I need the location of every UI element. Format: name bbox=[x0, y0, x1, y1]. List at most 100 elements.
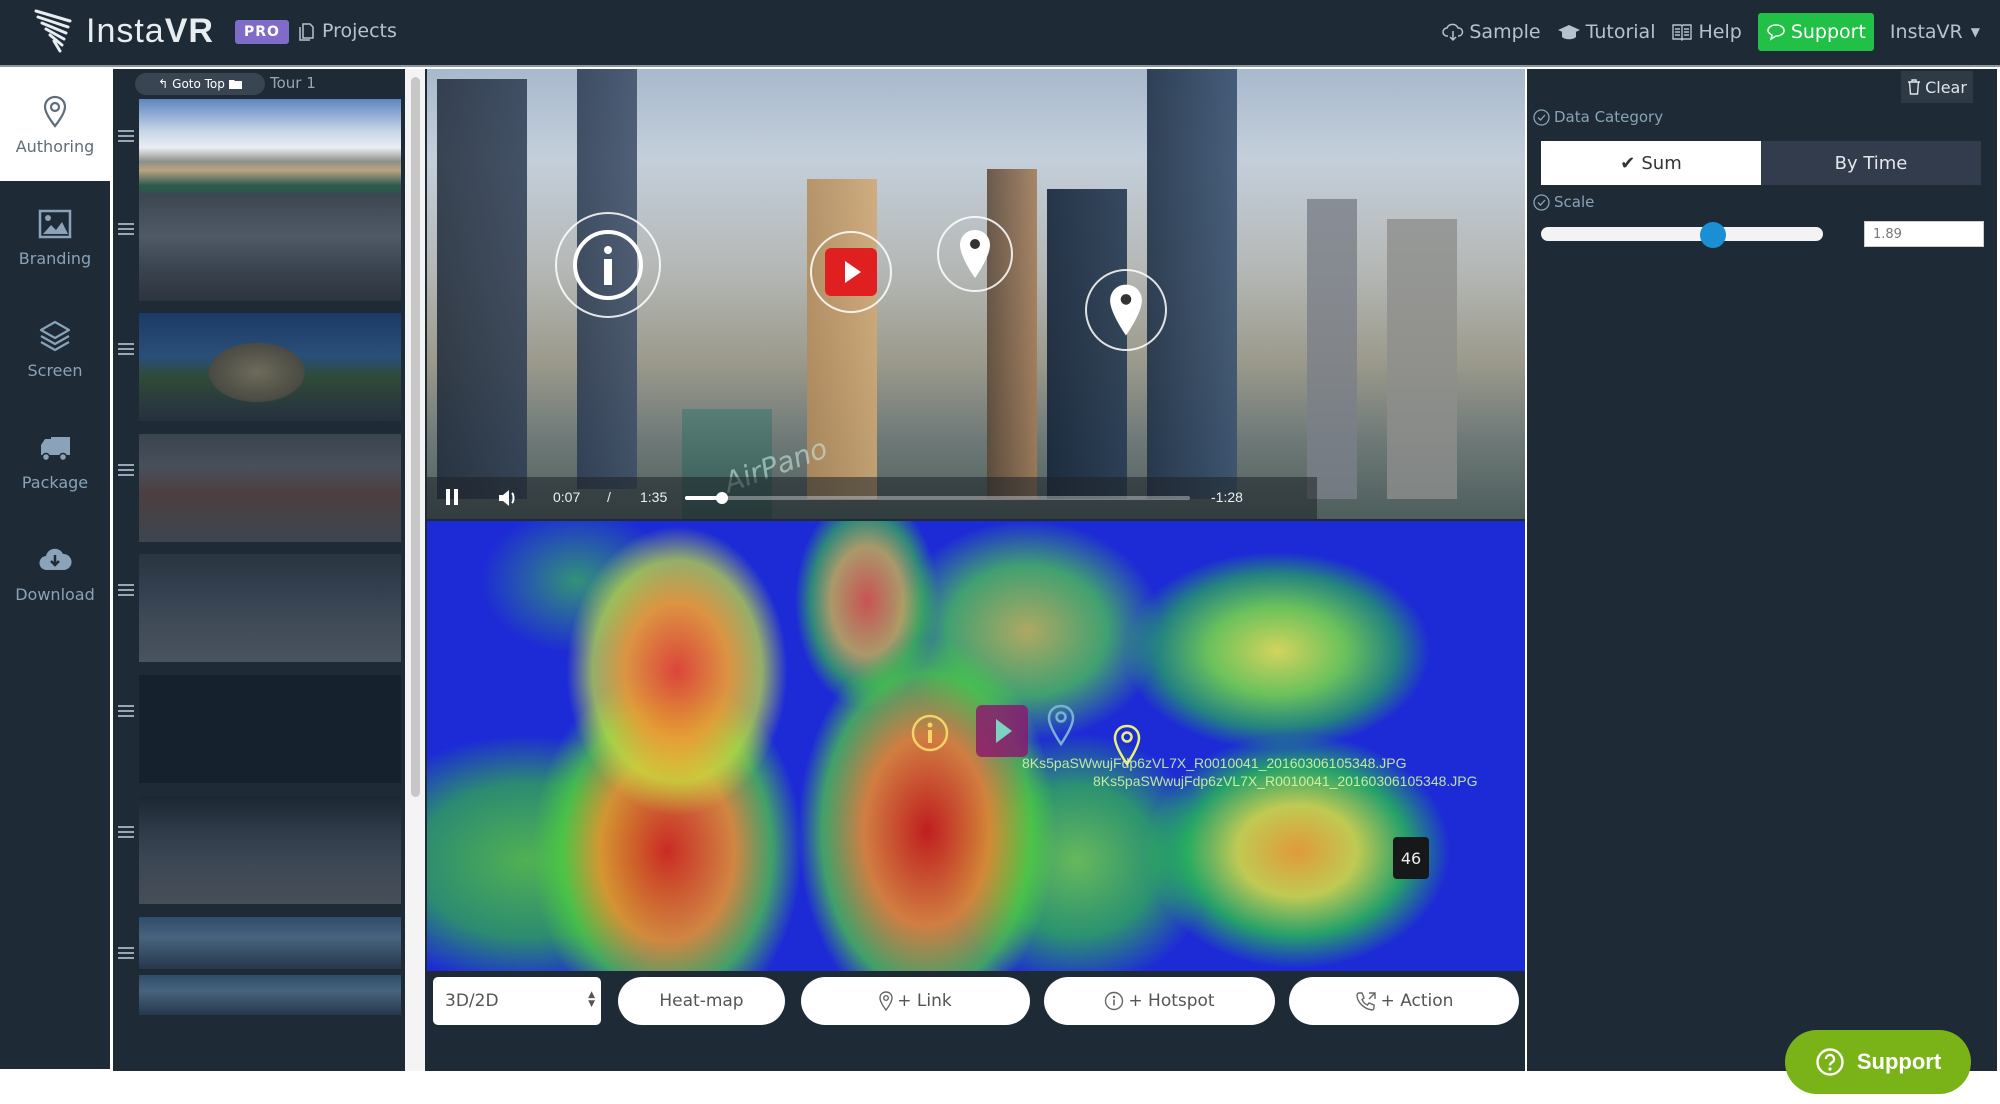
scene-thumbnail[interactable] bbox=[139, 796, 401, 904]
video-marker-icon[interactable] bbox=[974, 703, 1030, 759]
info-icon bbox=[1105, 991, 1124, 1011]
folder-icon bbox=[228, 80, 242, 89]
chat-bubble-icon bbox=[1767, 24, 1785, 41]
scene-thumbnail[interactable] bbox=[139, 675, 401, 783]
sidebar-item-download[interactable]: Download bbox=[0, 517, 110, 629]
drag-handle[interactable] bbox=[118, 584, 134, 598]
sidebar-item-package[interactable]: Package bbox=[0, 405, 110, 517]
scene-thumbnail[interactable] bbox=[139, 975, 401, 1015]
logo-wing-icon bbox=[34, 9, 72, 53]
info-marker-icon[interactable] bbox=[910, 713, 950, 753]
nav-support-button[interactable]: Support bbox=[1757, 13, 1874, 51]
seek-bar[interactable] bbox=[685, 492, 1190, 504]
add-link-button[interactable]: + Link bbox=[801, 977, 1030, 1025]
truck-icon bbox=[41, 436, 70, 461]
building bbox=[437, 79, 527, 499]
drag-handle[interactable] bbox=[118, 705, 134, 719]
conference-hall-image bbox=[139, 796, 401, 904]
tour-name: Tour 1 bbox=[270, 74, 316, 92]
nav-help-link[interactable]: Help bbox=[1671, 21, 1742, 43]
scene-thumbnail[interactable] bbox=[139, 554, 401, 662]
by-time-option[interactable]: By Time bbox=[1761, 141, 1981, 185]
sidebar-item-branding[interactable]: Branding bbox=[0, 181, 110, 293]
left-sidebar: Authoring Branding Screen Package Downlo… bbox=[0, 69, 110, 1069]
video-hotspot[interactable] bbox=[810, 231, 892, 313]
heatmap-view[interactable]: 8Ks5paSWwujFdp6zVL7X_R0010041_2016030610… bbox=[427, 521, 1525, 971]
check-circle-icon bbox=[1533, 193, 1550, 211]
scale-value-input[interactable] bbox=[1864, 221, 1984, 247]
tour-list-scrollbar[interactable] bbox=[405, 69, 425, 1071]
nav-right-group: Sample Tutorial Help Support InstaVR ▼ bbox=[1442, 10, 1980, 54]
select-arrows-icon: ▲ ▼ bbox=[588, 990, 595, 1009]
link-hotspot[interactable] bbox=[1085, 269, 1167, 351]
top-navbar: InstaVR PRO Projects Sample Tutorial Hel… bbox=[0, 0, 2000, 67]
drag-handle[interactable] bbox=[118, 947, 134, 961]
nav-tutorial-link[interactable]: Tutorial bbox=[1557, 21, 1655, 43]
scene-thumbnail[interactable] bbox=[139, 193, 401, 301]
scene-filename-label: 8Ks5paSWwujFdp6zVL7X_R0010041_2016030610… bbox=[1093, 773, 1478, 789]
floating-support-button[interactable]: Support bbox=[1785, 1030, 1971, 1094]
volume-icon bbox=[499, 490, 515, 506]
scrollbar-thumb[interactable] bbox=[411, 77, 420, 797]
help-circle-icon bbox=[1816, 1048, 1844, 1076]
cloud-download-icon bbox=[1442, 23, 1464, 42]
scene-thumbnail[interactable] bbox=[139, 313, 401, 421]
sidebar-item-authoring[interactable]: Authoring bbox=[0, 69, 110, 181]
heatmap-button[interactable]: Heat-map bbox=[618, 977, 785, 1025]
scene-thumbnail[interactable] bbox=[139, 434, 401, 542]
data-category-toggle: ✔ Sum By Time bbox=[1541, 141, 1981, 185]
instavr-logo[interactable]: InstaVR bbox=[34, 6, 214, 56]
pause-button[interactable] bbox=[445, 489, 459, 508]
scene-filename-label: 8Ks5paSWwujFdp6zVL7X_R0010041_2016030610… bbox=[1022, 755, 1407, 771]
check-circle-icon bbox=[1533, 108, 1550, 126]
building bbox=[987, 169, 1037, 499]
sum-option[interactable]: ✔ Sum bbox=[1541, 141, 1761, 185]
volume-button[interactable] bbox=[497, 488, 519, 511]
brand-name: InstaVR bbox=[86, 11, 214, 50]
reply-arrow-icon: ↰ bbox=[158, 77, 169, 91]
mode-select[interactable]: 3D/2D ▲ ▼ bbox=[433, 977, 601, 1025]
add-hotspot-button[interactable]: + Hotspot bbox=[1044, 977, 1275, 1025]
map-pin-icon bbox=[879, 991, 893, 1011]
duration: 1:35 bbox=[640, 489, 668, 505]
sidebar-item-screen[interactable]: Screen bbox=[0, 293, 110, 405]
event-hall-image bbox=[139, 554, 401, 662]
drag-handle[interactable] bbox=[118, 464, 134, 478]
pause-icon bbox=[446, 489, 458, 505]
scale-slider-handle[interactable] bbox=[1700, 222, 1727, 248]
building bbox=[1147, 69, 1237, 499]
nav-projects-link[interactable]: Projects bbox=[298, 20, 397, 42]
clear-button[interactable]: Clear bbox=[1901, 71, 1973, 103]
scale-label: Scale bbox=[1533, 193, 1594, 211]
image-icon bbox=[38, 209, 72, 238]
view-count-badge: 46 bbox=[1393, 837, 1429, 879]
info-icon bbox=[573, 230, 643, 300]
files-icon bbox=[299, 23, 314, 41]
goto-top-button[interactable]: ↰ Goto Top bbox=[135, 73, 265, 95]
scale-slider[interactable] bbox=[1541, 222, 1823, 248]
pano-video-preview[interactable]: AirPano 0:07 / 1:35 -1:28 bbox=[427, 69, 1525, 519]
drag-handle[interactable] bbox=[118, 223, 134, 237]
drag-handle[interactable] bbox=[118, 826, 134, 840]
link-marker-icon[interactable] bbox=[1047, 704, 1075, 746]
seek-handle[interactable] bbox=[716, 492, 729, 504]
graduation-cap-icon bbox=[1557, 25, 1580, 40]
drag-handle[interactable] bbox=[118, 343, 134, 357]
link-hotspot[interactable] bbox=[937, 216, 1013, 292]
data-category-label: Data Category bbox=[1533, 108, 1663, 126]
remaining-time: -1:28 bbox=[1211, 489, 1243, 505]
caret-down-icon: ▼ bbox=[1970, 25, 1980, 39]
nav-sample-link[interactable]: Sample bbox=[1442, 21, 1541, 43]
building bbox=[1307, 199, 1357, 499]
user-account-dropdown[interactable]: InstaVR ▼ bbox=[1890, 21, 1980, 43]
scene-thumbnail[interactable] bbox=[139, 99, 401, 207]
map-pin-icon bbox=[960, 230, 990, 278]
info-hotspot[interactable] bbox=[555, 212, 661, 318]
add-action-button[interactable]: + Action bbox=[1289, 977, 1519, 1025]
drag-handle[interactable] bbox=[118, 130, 134, 144]
cloud-download-icon bbox=[39, 548, 72, 570]
domed-building-image bbox=[139, 313, 401, 421]
pro-badge: PRO bbox=[235, 20, 289, 44]
scene-thumbnail[interactable] bbox=[139, 917, 401, 969]
current-time: 0:07 bbox=[553, 489, 581, 505]
